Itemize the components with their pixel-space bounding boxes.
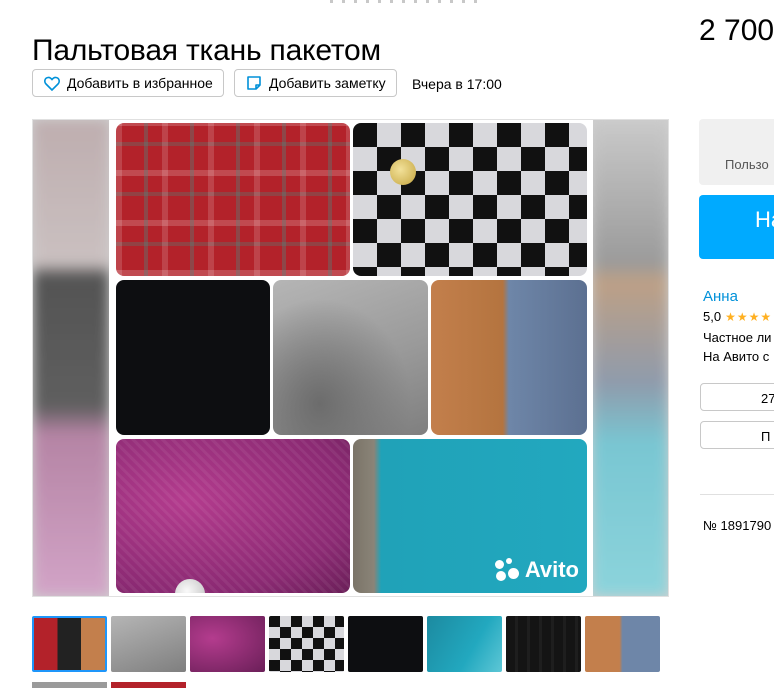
seller-type: Частное ли: [703, 330, 772, 345]
fabric-black: [116, 280, 270, 435]
fabric-camel-blue: [431, 280, 587, 435]
coin: [175, 579, 205, 593]
posted-date: Вчера в 17:00: [412, 76, 502, 92]
avito-watermark: Avito: [494, 557, 579, 583]
thumbnail[interactable]: [32, 682, 107, 688]
subscribe-label: П: [761, 429, 771, 444]
coin: [390, 159, 416, 185]
divider: [700, 494, 774, 495]
thumbnail-strip: [32, 616, 672, 672]
gallery-blur-right: [592, 120, 668, 596]
thumbnail[interactable]: [585, 616, 660, 672]
thumbnail[interactable]: [348, 616, 423, 672]
gallery-blur-left: [33, 120, 109, 596]
show-phone-label: На: [755, 207, 774, 232]
thumbnail[interactable]: [506, 616, 581, 672]
add-note-label: Добавить заметку: [269, 75, 386, 91]
seller-info-card: Пользо: [699, 119, 774, 185]
thumbnail[interactable]: [111, 616, 186, 672]
main-photo-gallery[interactable]: Avito: [32, 119, 669, 597]
seller-rating: 5,0 ★★★★: [703, 309, 772, 324]
show-phone-button[interactable]: На: [699, 195, 774, 259]
rating-value: 5,0: [703, 309, 722, 324]
main-photo[interactable]: Avito: [109, 120, 593, 596]
avito-watermark-text: Avito: [524, 557, 579, 582]
thumbnail[interactable]: [111, 682, 186, 688]
add-note-button[interactable]: Добавить заметку: [234, 69, 397, 97]
add-to-favorites-label: Добавить в избранное: [67, 75, 213, 91]
seller-name-link[interactable]: Анна: [703, 288, 738, 305]
note-icon: [245, 74, 263, 92]
fabric-gray: [273, 280, 428, 435]
ad-number: № 1891790: [703, 518, 772, 533]
fabric-houndstooth: [353, 123, 587, 276]
seller-ads-button[interactable]: 27: [700, 383, 774, 411]
thumbnail[interactable]: [32, 616, 107, 672]
listing-price: 2 700: [699, 14, 774, 47]
seller-ads-count: 27: [761, 391, 774, 406]
seller-since: На Авито с: [703, 349, 770, 364]
fabric-red-plaid: [116, 123, 350, 276]
cropped-top-row: [330, 0, 480, 3]
thumbnail[interactable]: [427, 616, 502, 672]
heart-icon: [43, 74, 61, 92]
add-to-favorites-button[interactable]: Добавить в избранное: [32, 69, 224, 97]
subscribe-button[interactable]: П: [700, 421, 774, 449]
rating-stars-icon: ★★★★: [725, 309, 773, 324]
avito-logo: [494, 558, 519, 582]
seller-info-card-text: Пользо: [725, 157, 769, 172]
thumbnail[interactable]: [269, 616, 344, 672]
listing-title: Пальтовая ткань пакетом: [32, 34, 381, 68]
thumbnail[interactable]: [190, 616, 265, 672]
fabric-purple-tweed: [116, 439, 350, 593]
fabric-turquoise: Avito: [353, 439, 587, 593]
